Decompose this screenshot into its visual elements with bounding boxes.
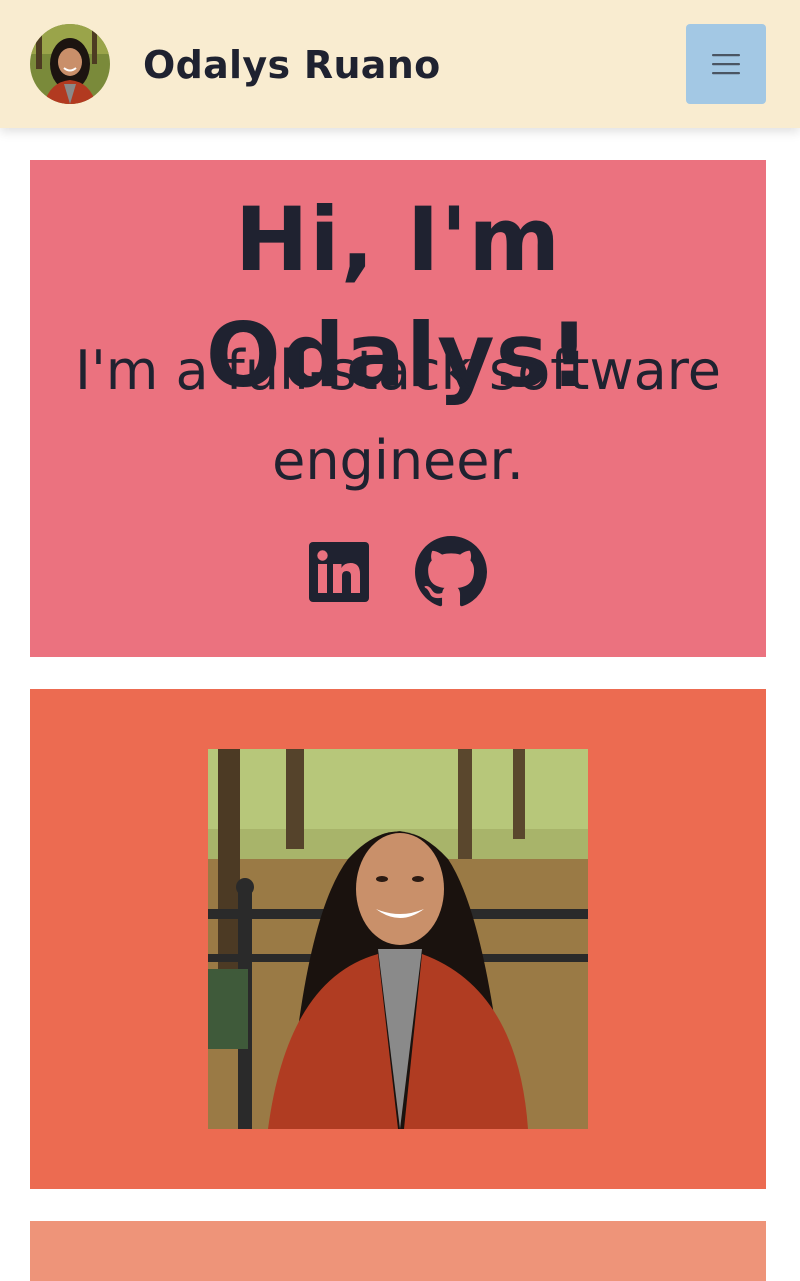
- linkedin-link[interactable]: [309, 542, 369, 606]
- social-links: [30, 536, 766, 612]
- navbar: Odalys Ruano: [0, 0, 800, 128]
- hero-section: Hi, I'm Odalys! I'm a full-stack softwar…: [30, 160, 766, 657]
- avatar-photo: [30, 24, 110, 104]
- brand-name[interactable]: Odalys Ruano: [143, 39, 441, 91]
- linkedin-icon: [309, 542, 369, 602]
- portrait-photo-graphic: [208, 749, 588, 1129]
- hero-tagline: I'm a full-stack software engineer.: [75, 339, 721, 492]
- next-section: [30, 1221, 766, 1281]
- menu-toggle-button[interactable]: [686, 24, 766, 104]
- github-icon: [415, 536, 487, 607]
- hamburger-menu-icon: [712, 54, 740, 75]
- avatar[interactable]: [30, 24, 110, 104]
- github-link[interactable]: [415, 536, 487, 612]
- portrait-photo: [208, 749, 588, 1129]
- about-photo-section: [30, 689, 766, 1189]
